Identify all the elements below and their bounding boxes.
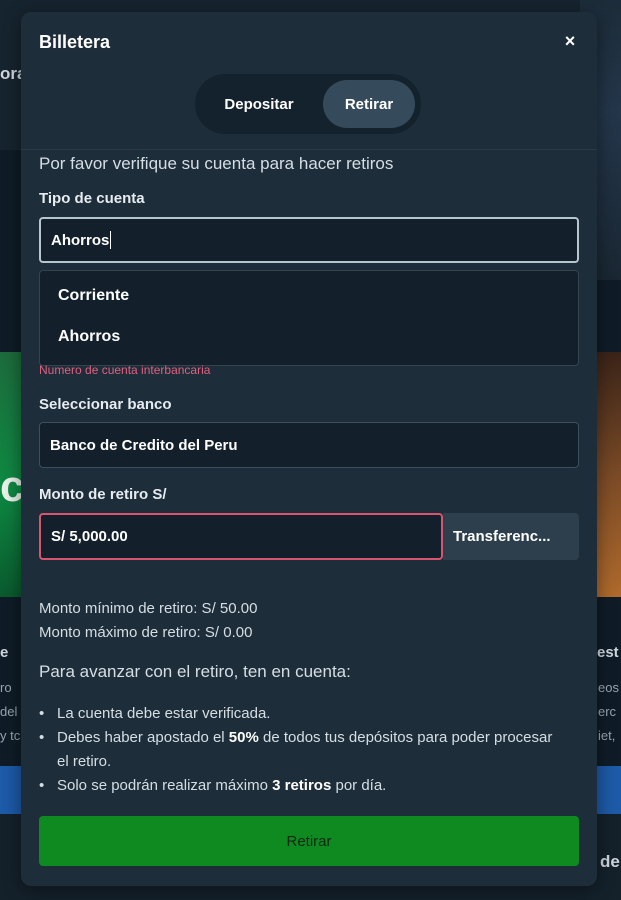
deposit-withdraw-toggle: Depositar Retirar — [195, 74, 421, 134]
background-snippet: y tc — [0, 728, 21, 743]
withdraw-method-value: Transferenc... — [453, 528, 551, 545]
list-item: • La cuenta debe estar verificada. — [39, 702, 559, 726]
text-caret — [110, 231, 112, 249]
rule-text: por día. — [331, 777, 387, 794]
amount-label: Monto de retiro S/ — [39, 486, 167, 503]
account-type-dropdown: Corriente Ahorros — [39, 270, 579, 366]
background-text-lower-left: e — [0, 644, 9, 661]
header-divider — [21, 149, 597, 150]
tab-retirar[interactable]: Retirar — [323, 80, 415, 128]
background-snippet: ro — [0, 680, 12, 695]
interbank-account-error: Numero de cuenta interbancaria — [39, 363, 211, 377]
background-snippet: eos — [598, 680, 619, 695]
withdraw-notice-title: Para avanzar con el retiro, ten en cuent… — [39, 662, 351, 681]
account-type-value: Ahorros — [51, 231, 110, 249]
max-withdraw-limit: Monto máximo de retiro: S/ 0.00 — [39, 624, 253, 641]
amount-input[interactable]: S/ 5,000.00 — [39, 513, 443, 560]
dropdown-option-ahorros[interactable]: Ahorros — [58, 328, 120, 346]
withdraw-submit-button[interactable]: Retirar — [39, 816, 579, 866]
bullet-icon: • — [39, 777, 45, 794]
bank-select-value: Banco de Credito del Peru — [50, 436, 238, 454]
verify-account-message: Por favor verifique su cuenta para hacer… — [39, 154, 394, 173]
bullet-icon: • — [39, 705, 45, 722]
background-snippet: del — [0, 704, 18, 719]
withdraw-method-select[interactable]: Transferenc... — [443, 513, 579, 560]
background-snippet: iet, — [598, 728, 616, 743]
background-text-bottom-right: de — [600, 852, 620, 871]
min-withdraw-limit: Monto mínimo de retiro: S/ 50.00 — [39, 600, 258, 617]
rule-text: Debes haber apostado el — [57, 729, 229, 746]
rule-emphasis: 50% — [228, 729, 259, 746]
list-item: • Debes haber apostado el 50% de todos tu… — [39, 726, 559, 774]
account-type-label: Tipo de cuenta — [39, 190, 145, 207]
bank-label: Seleccionar banco — [39, 396, 172, 413]
tab-depositar[interactable]: Depositar — [203, 80, 315, 128]
wallet-modal: Billetera × Depositar Retirar Por favor … — [21, 12, 597, 886]
amount-value: S/ 5,000.00 — [51, 528, 128, 545]
rule-emphasis: 3 retiros — [272, 777, 332, 794]
withdraw-rules-list: • La cuenta debe estar verificada. • Debes… — [39, 702, 559, 798]
list-item: • Solo se podrán realizar máximo 3 retiro… — [39, 774, 559, 798]
dropdown-option-corriente[interactable]: Corriente — [58, 287, 129, 305]
rule-text: Solo se podrán realizar máximo — [57, 777, 273, 794]
background-text-lower-right: est — [597, 644, 619, 661]
account-type-input[interactable]: Ahorros — [39, 217, 579, 263]
rule-text: La cuenta debe estar verificada. — [57, 705, 271, 722]
close-icon[interactable]: × — [559, 30, 581, 52]
background-snippet: erc — [598, 704, 617, 719]
bank-select[interactable]: Banco de Credito del Peru — [39, 422, 579, 468]
modal-title: Billetera — [39, 32, 111, 52]
bullet-icon: • — [39, 729, 45, 746]
